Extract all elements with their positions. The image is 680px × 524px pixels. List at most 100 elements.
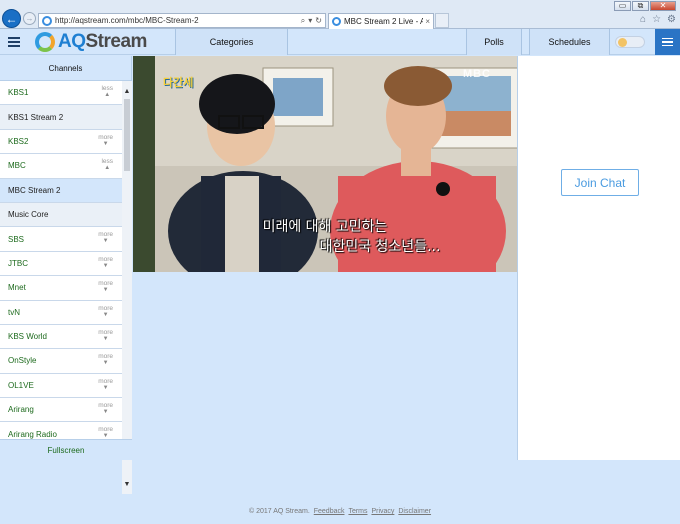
footer-link-feedback[interactable]: Feedback (314, 508, 345, 515)
channel-item[interactable]: KBS1 less ▲ (0, 81, 122, 106)
footer-link-terms[interactable]: Terms (348, 508, 367, 515)
footer-copyright: © 2017 AQ Stream. (248, 508, 310, 515)
night-mode-toggle[interactable] (615, 36, 645, 48)
browser-tab-active[interactable]: MBC Stream 2 Live - AQ ... × (328, 13, 434, 29)
channel-more-toggle[interactable]: more ▼ (98, 402, 113, 416)
home-icon[interactable]: ⌂ (640, 14, 646, 25)
channel-more-toggle[interactable]: more ▼ (98, 305, 113, 319)
channel-item[interactable]: SBS more ▼ (0, 227, 122, 252)
channel-label: KBS World (8, 332, 47, 342)
dropdown-icon[interactable]: ▾ (308, 16, 312, 26)
toggle-text: more (98, 255, 113, 263)
channel-more-toggle[interactable]: more ▼ (98, 353, 113, 367)
toggle-text: more (98, 133, 113, 141)
new-tab-button[interactable] (435, 13, 449, 28)
channel-label: KBS2 (8, 136, 29, 146)
join-chat-button[interactable]: Join Chat (561, 169, 639, 196)
schedules-button[interactable]: Schedules (529, 29, 610, 55)
video-player[interactable]: 다간세 MBC 미래에 대해 고민하는 대한민국 청소년들... (133, 56, 517, 272)
chevron-down-icon: ▼ (102, 360, 109, 367)
channel-item[interactable]: OL1VE more ▼ (0, 373, 122, 399)
channel-more-toggle[interactable]: more ▼ (98, 280, 113, 294)
close-window-button[interactable]: ✕ (650, 1, 676, 11)
channel-item[interactable]: OnStyle more ▼ (0, 349, 122, 374)
channel-more-toggle[interactable]: more ▼ (98, 256, 113, 270)
toggle-text: more (98, 353, 113, 361)
tab-favicon-icon (332, 17, 341, 26)
channels-sidebar: Channels KBS1 less ▲ KBS1 Stream 2 KBS2 more ▼… (0, 56, 132, 494)
channel-scrollbar[interactable]: ▲ ▼ (122, 81, 132, 494)
channel-item[interactable]: JTBC more ▼ (0, 251, 122, 277)
channel-label: Mnet (8, 283, 26, 293)
channel-more-toggle[interactable]: more ▼ (98, 378, 113, 392)
chevron-down-icon: ▼ (102, 311, 109, 318)
address-bar[interactable]: http://aqstream.com/mbc/MBC-Stream-2 ⌕ ▾… (38, 13, 326, 28)
channel-label: OnStyle (8, 356, 37, 366)
logo-text-stream: Stream (85, 31, 148, 52)
browser-chrome: ▭ ⧉ ✕ ← → http://aqstream.com/mbc/MBC-St… (0, 0, 680, 29)
scroll-down-icon[interactable]: ▼ (122, 480, 132, 490)
chevron-up-icon: ▲ (104, 165, 111, 172)
channel-item[interactable]: KBS World more ▼ (0, 324, 122, 350)
search-icon[interactable]: ⌕ (301, 16, 305, 26)
toggle-text: more (98, 280, 113, 288)
subtitle-line-2: 대한민국 청소년들... (319, 239, 441, 255)
minimize-button[interactable]: ▭ (614, 1, 631, 11)
toggle-text: more (98, 402, 113, 410)
channel-label: SBS (8, 234, 25, 244)
chevron-down-icon: ▼ (102, 262, 109, 269)
show-logo: 다간세 (163, 77, 194, 89)
polls-button[interactable]: Polls (466, 29, 522, 55)
channel-item[interactable]: MBC less ▲ (0, 154, 122, 179)
channel-label: Arirang (8, 405, 34, 415)
toggle-text: more (98, 231, 113, 239)
back-arrow-icon[interactable]: ← (2, 9, 21, 28)
chat-toggle-icon[interactable] (655, 29, 680, 55)
channel-label: JTBC (8, 258, 28, 268)
channel-more-toggle[interactable]: more ▼ (98, 231, 113, 245)
chevron-down-icon: ▼ (102, 238, 109, 245)
channel-more-toggle[interactable]: more ▼ (98, 134, 113, 148)
site-logo[interactable]: AQStream (35, 31, 147, 53)
channel-item[interactable]: Mnet more ▼ (0, 276, 122, 301)
toggle-text: more (98, 328, 113, 336)
channel-label: tvN (8, 307, 20, 317)
toggle-knob (618, 38, 627, 47)
refresh-icon[interactable]: ↻ (315, 16, 322, 26)
forward-arrow-icon[interactable]: → (23, 12, 36, 25)
restore-button[interactable]: ⧉ (632, 1, 649, 11)
settings-icon[interactable]: ⚙ (667, 14, 676, 25)
channel-item[interactable]: tvN more ▼ (0, 300, 122, 325)
channel-item[interactable]: KBS1 Stream 2 (0, 105, 122, 130)
chevron-up-icon: ▲ (104, 92, 111, 98)
channel-item[interactable]: KBS2 more ▼ (0, 129, 122, 155)
toggle-text: more (98, 304, 113, 312)
channel-item[interactable]: Arirang more ▼ (0, 398, 122, 423)
channel-watermark: MBC (462, 68, 491, 80)
categories-button[interactable]: Categories (175, 29, 288, 55)
window-controls: ▭ ⧉ ✕ (614, 1, 676, 11)
channel-item[interactable]: Music Core (0, 202, 122, 228)
tab-close-icon[interactable]: × (425, 17, 430, 26)
fullscreen-button[interactable]: Fullscreen (0, 439, 132, 460)
channel-less-toggle[interactable]: less ▲ (101, 158, 113, 172)
menu-icon[interactable] (0, 29, 27, 55)
toggle-text: more (98, 377, 113, 385)
site-favicon-icon (42, 15, 52, 26)
footer-link-privacy[interactable]: Privacy (371, 508, 394, 515)
chevron-down-icon: ▼ (102, 287, 109, 294)
url-text[interactable]: http://aqstream.com/mbc/MBC-Stream-2 (55, 16, 301, 25)
channel-label: OL1VE (8, 380, 34, 390)
channel-more-toggle[interactable]: more ▼ (98, 329, 113, 343)
scroll-thumb[interactable] (124, 99, 130, 171)
channel-label: MBC (8, 161, 26, 171)
subtitle-line-1: 미래에 대해 고민하는 (262, 219, 388, 235)
channel-less-toggle[interactable]: less ▲ (101, 85, 113, 99)
chevron-down-icon: ▼ (102, 335, 109, 342)
star-icon[interactable]: ☆ (652, 14, 661, 25)
channel-label: Arirang Radio (8, 429, 57, 439)
channel-label: KBS1 (8, 88, 29, 98)
channel-item[interactable]: MBC Stream 2 (0, 178, 122, 203)
footer-link-disclaimer[interactable]: Disclaimer (398, 508, 431, 515)
scroll-up-icon[interactable]: ▲ (122, 87, 132, 97)
